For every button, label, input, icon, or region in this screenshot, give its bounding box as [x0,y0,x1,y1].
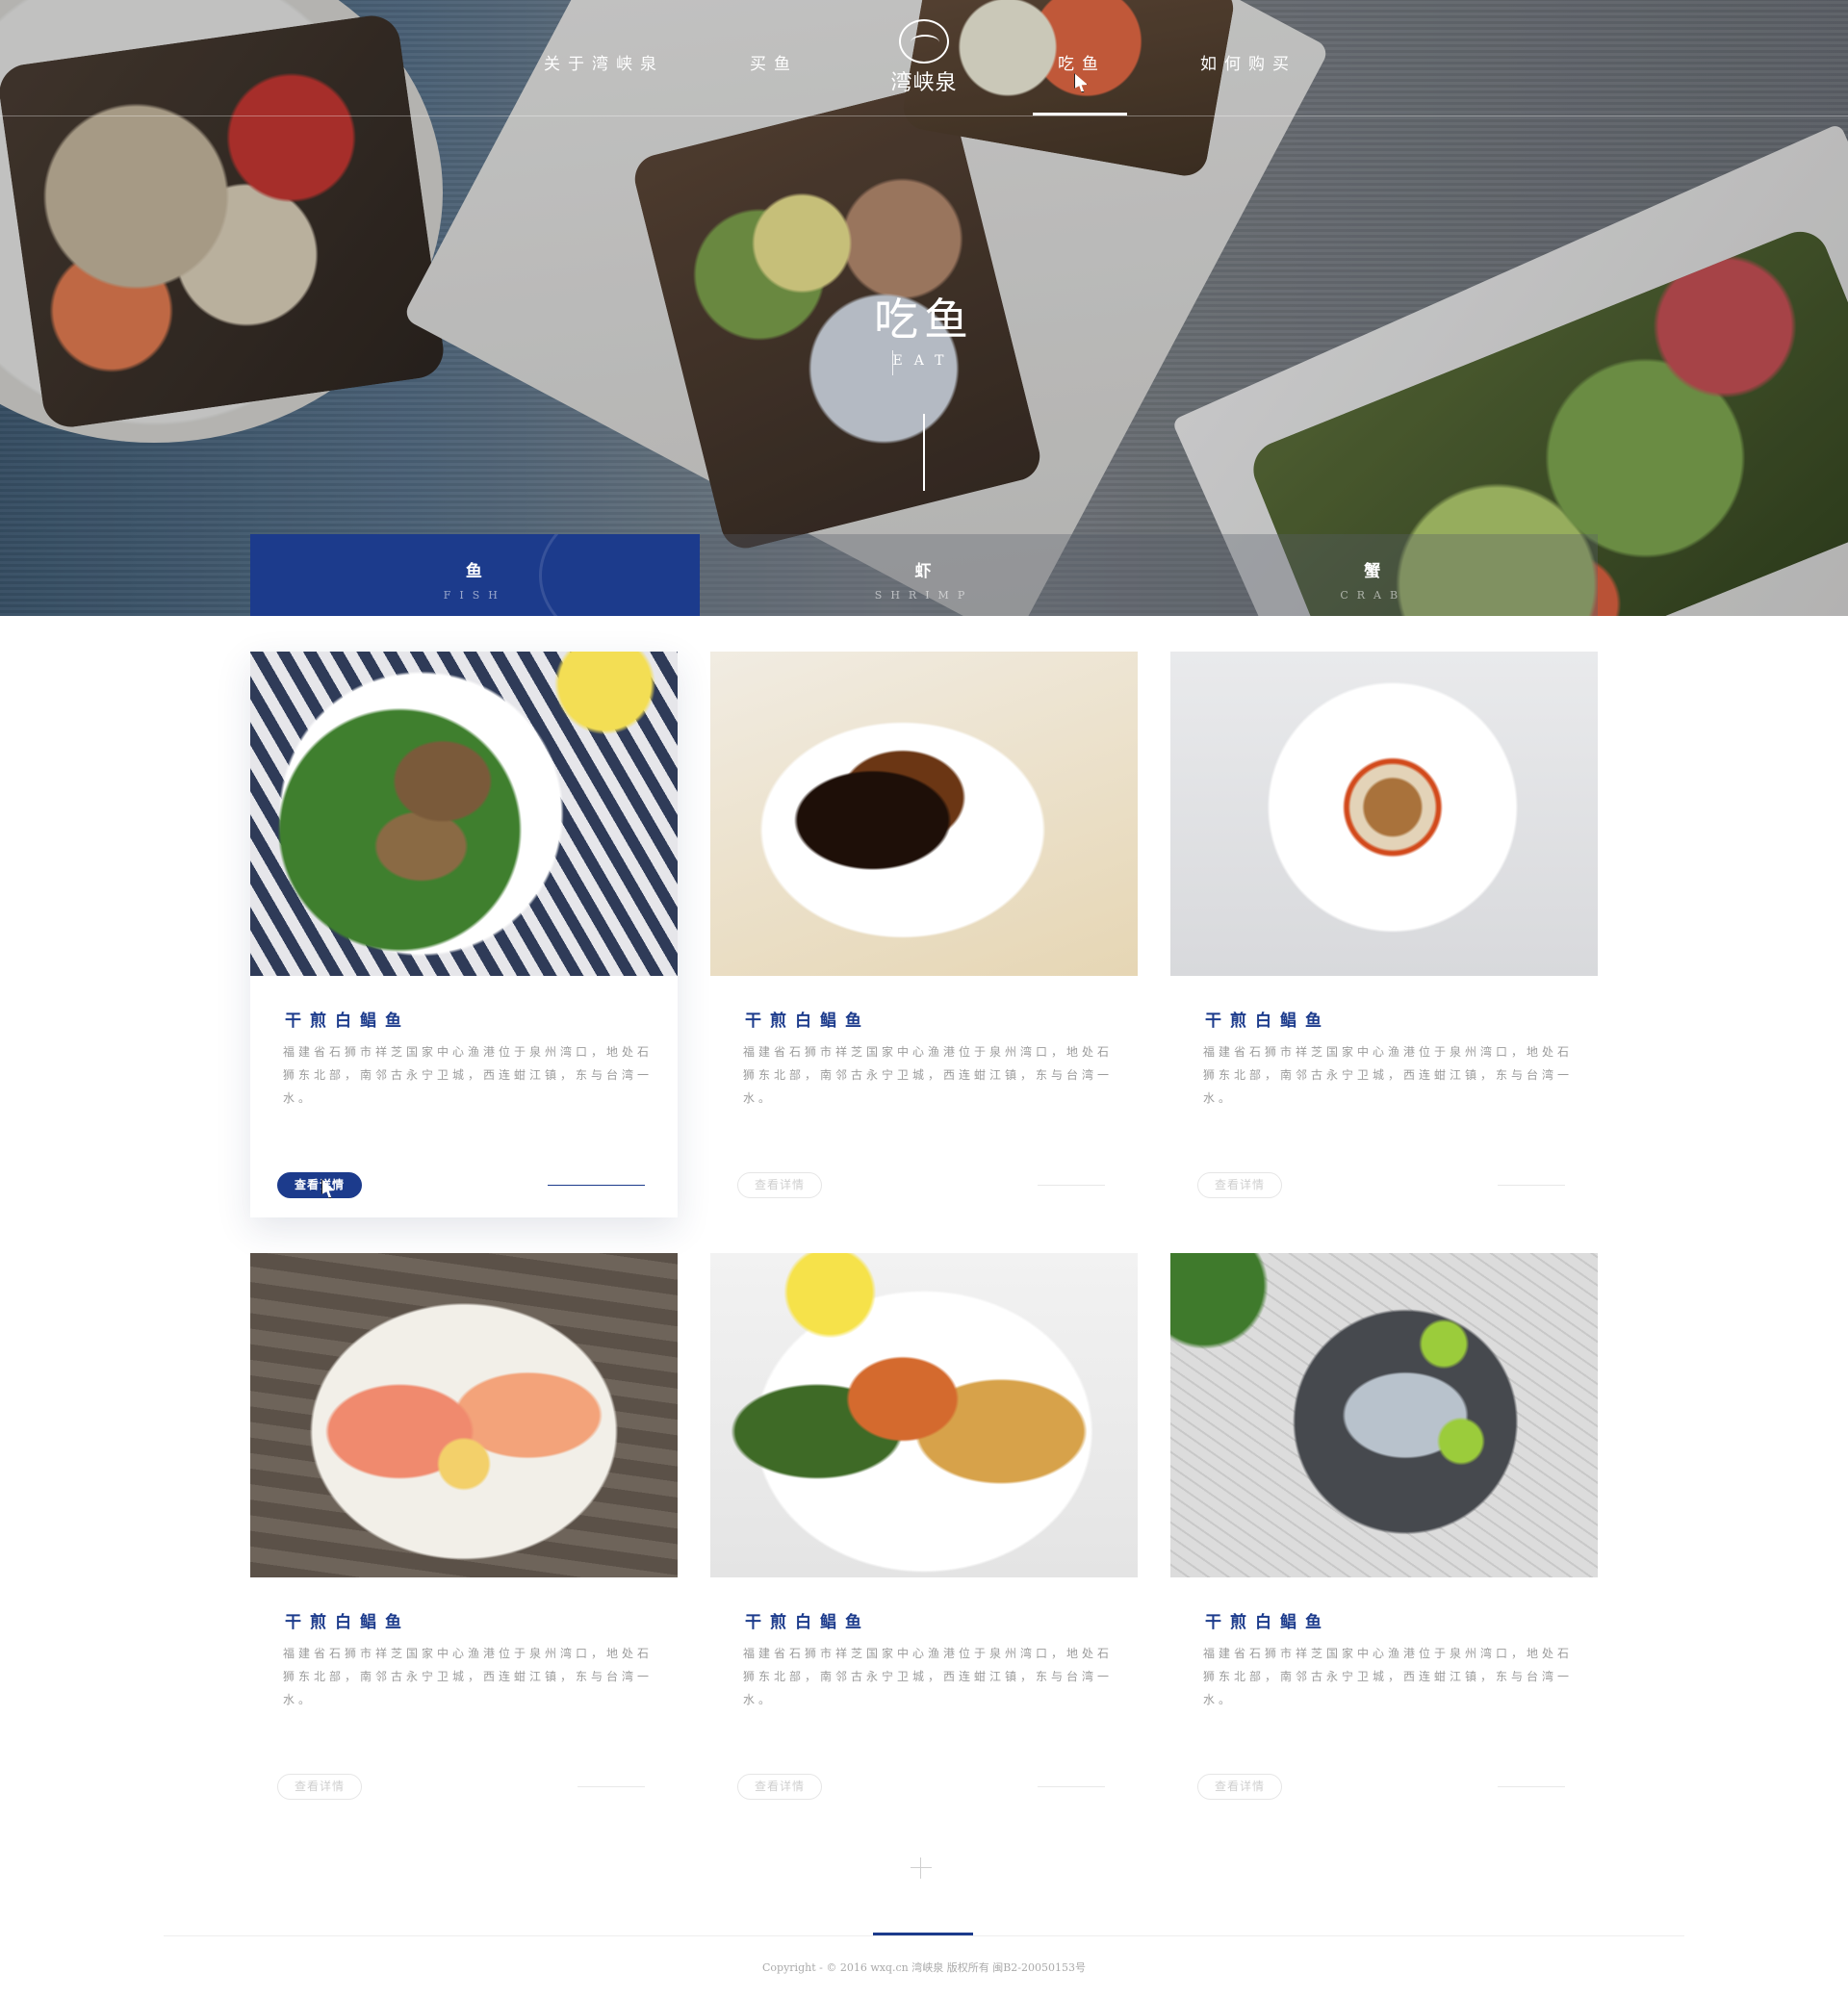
pointer-cursor-icon [1074,73,1088,92]
dish-description: 福建省石狮市祥芝国家中心渔港位于泉州湾口，地处石狮东北部，南邻古永宁卫城，西连蚶… [743,1647,1114,1706]
tab-shrimp[interactable]: 虾 SHRIMP [699,534,1149,616]
dish-title[interactable]: 干煎白鲳鱼 [745,1007,870,1031]
dish-card[interactable]: 干煎白鲳鱼 福建省石狮市祥芝国家中心渔港位于泉州湾口，地处石狮东北部，南邻古永宁… [250,652,678,1217]
card-divider [1498,1185,1565,1186]
logo-badge-icon [899,19,949,64]
dish-title[interactable]: 干煎白鲳鱼 [285,1007,410,1031]
dish-description: 福建省石狮市祥芝国家中心渔港位于泉州湾口，地处石狮东北部，南邻古永宁卫城，西连蚶… [1203,1045,1574,1105]
hero-title: 吃鱼 [874,294,974,346]
footer-divider [164,1935,1684,1936]
dish-description: 福建省石狮市祥芝国家中心渔港位于泉州湾口，地处石狮东北部，南邻古永宁卫城，西连蚶… [283,1647,654,1706]
logo-text: 湾峡泉 [890,71,958,95]
copyright-text: Copyright - © 2016 wxq.cn 湾峡泉 版权所有 闽B2-2… [762,1961,1086,1974]
dish-card[interactable]: 干煎白鲳鱼 福建省石狮市祥芝国家中心渔港位于泉州湾口，地处石狮东北部，南邻古永宁… [250,1253,678,1819]
footer-accent-bar [873,1933,973,1935]
view-details-button[interactable]: 查看详情 [1197,1172,1282,1198]
dish-image[interactable] [250,1253,678,1577]
dish-description: 福建省石狮市祥芝国家中心渔港位于泉州湾口，地处石狮东北部，南邻古永宁卫城，西连蚶… [283,1045,654,1105]
nav-item-about[interactable]: 关于湾峡泉 [544,50,664,74]
dish-description: 福建省石狮市祥芝国家中心渔港位于泉州湾口，地处石狮东北部，南邻古永宁卫城，西连蚶… [1203,1647,1574,1706]
card-divider [1038,1786,1105,1787]
view-details-button[interactable]: 查看详情 [737,1774,822,1800]
plus-icon[interactable] [911,1857,932,1879]
nav-divider [0,115,1848,116]
nav-item-buy-fish[interactable]: 买鱼 [750,50,798,74]
hero-subtitle: EAT [892,353,956,369]
hero-banner: 关于湾峡泉 买鱼 湾峡泉 吃鱼 如何购买 吃鱼 EAT 鱼 FISH 虾 SHR… [0,0,1848,616]
card-divider [578,1786,645,1787]
tab-fish[interactable]: 鱼 FISH [250,534,700,616]
tab-label: 虾 [914,562,934,581]
dish-image[interactable] [250,652,678,976]
dish-card[interactable]: 干煎白鲳鱼 福建省石狮市祥芝国家中心渔港位于泉州湾口，地处石狮东北部，南邻古永宁… [1170,652,1598,1217]
dish-card[interactable]: 干煎白鲳鱼 福建省石狮市祥芝国家中心渔港位于泉州湾口，地处石狮东北部，南邻古永宁… [710,1253,1138,1819]
nav-item-eat-fish[interactable]: 吃鱼 [1058,50,1106,74]
dish-image[interactable] [1170,1253,1598,1577]
dish-card[interactable]: 干煎白鲳鱼 福建省石狮市祥芝国家中心渔港位于泉州湾口，地处石狮东北部，南邻古永宁… [1170,1253,1598,1819]
category-tabs: 鱼 FISH 虾 SHRIMP 蟹 CRAB [250,534,1599,616]
tab-sublabel: SHRIMP [874,589,974,602]
site-logo[interactable]: 湾峡泉 [889,19,959,96]
hero-vertical-line [923,414,925,491]
view-details-button[interactable]: 查看详情 [277,1774,362,1800]
dish-card[interactable]: 干煎白鲳鱼 福建省石狮市祥芝国家中心渔港位于泉州湾口，地处石狮东北部，南邻古永宁… [710,652,1138,1217]
dish-title[interactable]: 干煎白鲳鱼 [1205,1007,1330,1031]
dish-description: 福建省石狮市祥芝国家中心渔港位于泉州湾口，地处石狮东北部，南邻古永宁卫城，西连蚶… [743,1045,1114,1105]
tab-label: 鱼 [465,562,484,581]
dish-title[interactable]: 干煎白鲳鱼 [285,1608,410,1632]
top-nav: 关于湾峡泉 买鱼 湾峡泉 吃鱼 如何购买 [0,0,1848,115]
tab-sublabel: CRAB [1340,589,1407,602]
tab-sublabel: FISH [443,589,506,602]
view-details-button[interactable]: 查看详情 [277,1172,362,1198]
card-divider [548,1185,645,1186]
tab-crab[interactable]: 蟹 CRAB [1148,534,1599,616]
card-divider [1038,1185,1105,1186]
card-divider [1498,1786,1565,1787]
view-details-button[interactable]: 查看详情 [1197,1774,1282,1800]
dish-image[interactable] [710,1253,1138,1577]
dish-title[interactable]: 干煎白鲳鱼 [1205,1608,1330,1632]
dish-image[interactable] [710,652,1138,976]
tab-label: 蟹 [1364,562,1383,581]
nav-item-how-to-buy[interactable]: 如何购买 [1200,50,1296,74]
dish-image[interactable] [1170,652,1598,976]
view-details-button[interactable]: 查看详情 [737,1172,822,1198]
dish-title[interactable]: 干煎白鲳鱼 [745,1608,870,1632]
